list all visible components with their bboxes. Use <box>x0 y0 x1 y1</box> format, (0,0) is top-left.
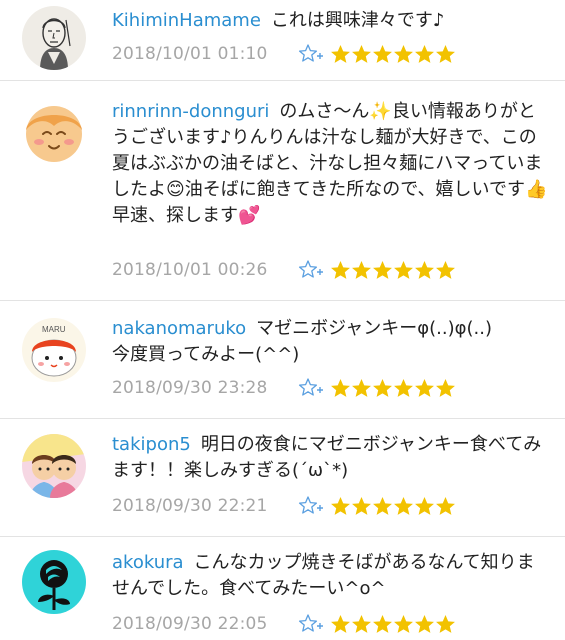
avatar[interactable] <box>22 434 86 498</box>
avatar[interactable] <box>22 6 86 70</box>
comment-item: rinnrinn-donnguri のムさ〜ん✨良い情報ありがとうございます♪りん… <box>0 80 565 300</box>
username-link[interactable]: akokura <box>112 552 184 573</box>
two-people-icon <box>22 434 86 498</box>
star-icon <box>415 260 434 279</box>
star-icon <box>436 44 455 63</box>
username-link[interactable]: rinnrinn-donnguri <box>112 101 269 122</box>
star-icon <box>436 260 455 279</box>
avatar[interactable]: MARU <box>22 318 86 382</box>
star-icon <box>352 378 371 397</box>
star-icon <box>394 260 413 279</box>
rating-stars <box>330 496 456 517</box>
star-icon <box>436 614 455 633</box>
comment-text: nakanomaruko マゼニボジャンキーφ(..)φ(..) 今度買ってみよー… <box>112 316 552 368</box>
rating-stars <box>330 614 456 635</box>
star-icon <box>352 496 371 515</box>
username-link[interactable]: KihiminHamame <box>112 10 261 31</box>
avatar[interactable] <box>22 550 86 614</box>
star-icon <box>352 614 371 633</box>
smiling-face-icon <box>22 100 86 164</box>
rating-stars <box>330 378 456 399</box>
star-icon <box>436 378 455 397</box>
timestamp: 2018/09/30 23:28 <box>112 378 268 398</box>
rose-icon <box>22 550 86 614</box>
comment-list: KihiminHamame これは興味津々です♪ 2018/10/01 01:10… <box>0 0 565 640</box>
avatar-label: MARU <box>42 325 66 334</box>
username-link[interactable]: nakanomaruko <box>112 318 246 339</box>
timestamp: 2018/10/01 01:10 <box>112 44 268 64</box>
star-icon <box>394 614 413 633</box>
rating-stars <box>330 44 456 65</box>
comment-text: KihiminHamame これは興味津々です♪ <box>112 8 552 34</box>
star-icon <box>373 378 392 397</box>
star-icon <box>373 260 392 279</box>
star-icon <box>331 44 350 63</box>
star-icon <box>331 378 350 397</box>
username-link[interactable]: takipon5 <box>112 434 191 455</box>
maru-character-icon: MARU <box>22 318 86 382</box>
star-plus-icon[interactable] <box>298 376 326 400</box>
star-icon <box>373 496 392 515</box>
star-icon <box>373 44 392 63</box>
star-icon <box>415 378 434 397</box>
star-icon <box>352 44 371 63</box>
star-plus-icon[interactable] <box>298 42 326 66</box>
comment-text: rinnrinn-donnguri のムさ〜ん✨良い情報ありがとうございます♪りん… <box>112 99 552 229</box>
star-icon <box>415 44 434 63</box>
star-icon <box>394 496 413 515</box>
star-plus-icon[interactable] <box>298 494 326 518</box>
comment-item: takipon5 明日の夜食にマゼニボジャンキー食べてみます！！楽しみすぎる(´ω… <box>0 418 565 536</box>
star-icon <box>436 496 455 515</box>
timestamp: 2018/10/01 00:26 <box>112 260 268 280</box>
star-icon <box>352 260 371 279</box>
rating-stars <box>330 260 456 281</box>
timestamp: 2018/09/30 22:21 <box>112 496 268 516</box>
star-plus-icon[interactable] <box>298 612 326 636</box>
star-plus-icon[interactable] <box>298 258 326 282</box>
star-icon <box>394 378 413 397</box>
star-icon <box>394 44 413 63</box>
comment-text: akokura こんなカップ焼きそばがあるなんて知りませんでした。食べてみたーい^… <box>112 550 552 602</box>
star-icon <box>331 260 350 279</box>
comment-message: これは興味津々です♪ <box>270 10 445 31</box>
comment-item: MARU nakanomaruko マゼニボジャンキーφ(..)φ(..) 今度買… <box>0 300 565 418</box>
timestamp: 2018/09/30 22:05 <box>112 614 268 634</box>
star-icon <box>331 496 350 515</box>
comment-text: takipon5 明日の夜食にマゼニボジャンキー食べてみます！！楽しみすぎる(´ω… <box>112 432 552 484</box>
comment-item: KihiminHamame これは興味津々です♪ 2018/10/01 01:10 <box>0 0 565 80</box>
comment-item: akokura こんなカップ焼きそばがあるなんて知りませんでした。食べてみたーい^… <box>0 536 565 640</box>
star-icon <box>331 614 350 633</box>
star-icon <box>415 614 434 633</box>
star-icon <box>373 614 392 633</box>
star-icon <box>415 496 434 515</box>
face-portrait-icon <box>22 6 86 70</box>
avatar[interactable] <box>22 100 86 164</box>
